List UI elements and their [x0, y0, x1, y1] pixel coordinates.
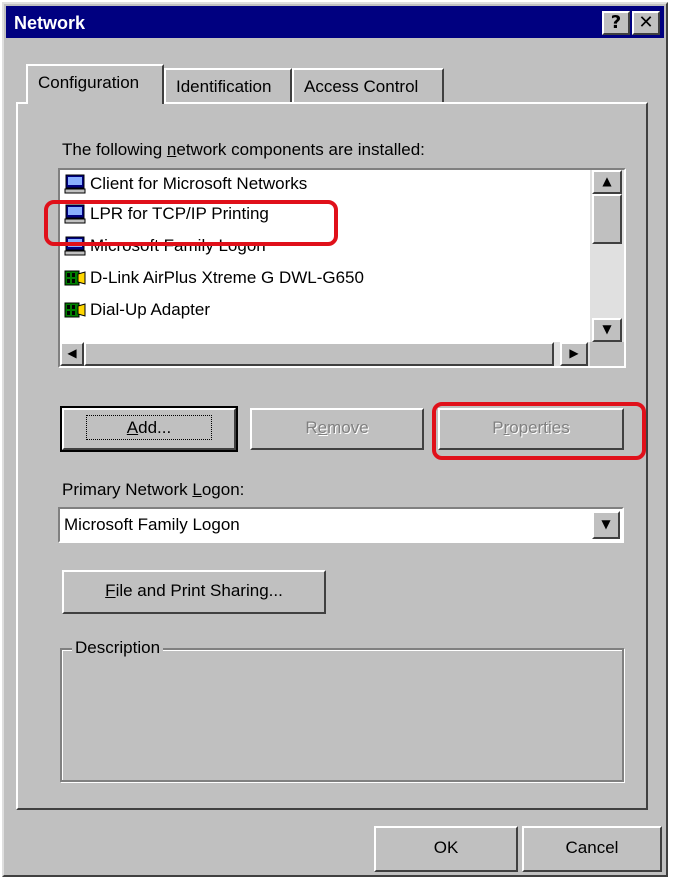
- arrow-left-icon: ◀: [67, 346, 77, 360]
- components-label: The following network components are ins…: [62, 140, 425, 159]
- arrow-down-icon: ▼: [602, 322, 612, 336]
- network-client-icon: [64, 236, 86, 256]
- dropdown-button[interactable]: ▼: [592, 511, 620, 539]
- tab-access-control-label: Access Control: [304, 77, 419, 96]
- scroll-up-button[interactable]: ▲: [592, 170, 622, 194]
- logon-label: Primary Network Logon:: [62, 480, 245, 499]
- description-group: Description: [60, 638, 624, 782]
- scroll-down-button[interactable]: ▼: [592, 318, 622, 342]
- logon-selected-value: Microsoft Family Logon: [64, 515, 240, 534]
- description-title: Description: [72, 638, 164, 658]
- list-item[interactable]: Client for Microsoft Networks: [60, 170, 590, 198]
- tab-access-control[interactable]: Access Control: [292, 68, 444, 104]
- remove-button[interactable]: Remove: [250, 408, 424, 450]
- properties-button[interactable]: Properties: [438, 408, 624, 450]
- network-client-icon: [64, 174, 86, 194]
- scroll-corner: [590, 342, 624, 366]
- network-adapter-icon: [64, 300, 86, 320]
- scroll-left-button[interactable]: ◀: [60, 342, 84, 366]
- tab-configuration[interactable]: Configuration: [26, 64, 164, 104]
- network-adapter-icon: [64, 268, 86, 288]
- scroll-right-button[interactable]: ▶: [560, 342, 588, 366]
- horizontal-scrollbar[interactable]: ◀ ▶: [60, 342, 590, 366]
- scroll-thumb[interactable]: [592, 194, 622, 244]
- list-item[interactable]: Microsoft Family Logon: [60, 230, 590, 262]
- chevron-down-icon: ▼: [601, 517, 611, 531]
- hscroll-thumb[interactable]: [84, 342, 554, 366]
- file-print-sharing-button[interactable]: File and Print Sharing...: [62, 570, 326, 614]
- add-button[interactable]: Add...: [60, 406, 238, 452]
- vertical-scrollbar[interactable]: ▲ ▼: [590, 170, 624, 342]
- ok-button[interactable]: OK: [374, 826, 518, 872]
- tab-identification[interactable]: Identification: [164, 68, 292, 104]
- components-listbox[interactable]: Client for Microsoft Networks LPR for TC…: [58, 168, 626, 368]
- arrow-up-icon: ▲: [602, 174, 612, 188]
- list-item[interactable]: D-Link AirPlus Xtreme G DWL-G650: [60, 262, 590, 294]
- cancel-button[interactable]: Cancel: [522, 826, 662, 872]
- logon-select[interactable]: Microsoft Family Logon ▼: [58, 507, 624, 543]
- title-bar[interactable]: Network ? ✕: [6, 6, 664, 38]
- arrow-right-icon: ▶: [569, 346, 579, 360]
- tab-identification-label: Identification: [176, 77, 272, 96]
- window-title: Network: [14, 13, 86, 33]
- components-list: Client for Microsoft Networks LPR for TC…: [60, 170, 590, 342]
- tab-configuration-label: Configuration: [38, 73, 140, 92]
- close-icon: ✕: [638, 12, 654, 33]
- close-button[interactable]: ✕: [632, 11, 660, 35]
- list-item[interactable]: LPR for TCP/IP Printing: [60, 198, 590, 230]
- list-item[interactable]: Dial-Up Adapter: [60, 294, 590, 326]
- network-client-icon: [64, 204, 86, 224]
- help-button[interactable]: ?: [602, 11, 630, 35]
